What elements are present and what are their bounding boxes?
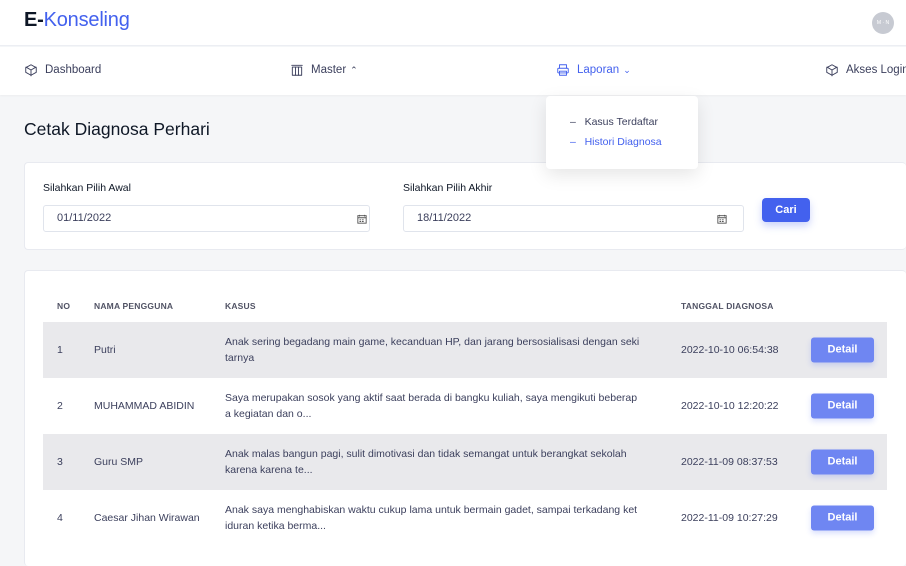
row-kasus: Anak malas bangun pagi, sulit dimotivasi… [225,446,663,478]
end-date-value: 18/11/2022 [417,212,472,224]
dropdown-item-label: Histori Diagnosa [584,136,662,148]
column-header-tanggal: TANGGAL DIAGNOSA [681,301,774,311]
nav-akses-login-label: Akses Login [846,64,906,76]
row-no: 1 [57,344,63,356]
detail-button[interactable]: Detail [811,337,874,363]
filter-card: Silahkan Pilih Awal 01/11/2022 Silahkan … [24,162,906,250]
dropdown-item-kasus-terdaftar[interactable]: – Kasus Terdaftar [546,112,698,132]
detail-button[interactable]: Detail [811,393,874,419]
kasus-line: a kegiatan dan o... [225,408,312,420]
row-name: Putri [94,344,116,356]
kasus-line: Anak sering begadang main game, kecandua… [225,336,640,348]
row-kasus: Anak sering begadang main game, kecandua… [225,334,663,366]
nav-laporan[interactable]: Laporan ⌄ [556,63,631,77]
detail-button[interactable]: Detail [811,505,874,531]
nav-master-label: Master [311,64,347,76]
cube-icon [826,64,838,77]
end-date-input[interactable]: 18/11/2022 [403,205,744,232]
start-date-label: Silahkan Pilih Awal [43,182,131,194]
row-no: 4 [57,512,63,524]
table-row: 2 MUHAMMAD ABIDIN Saya merupakan sosok y… [43,378,887,434]
nav-akses-login[interactable]: Akses Login [825,63,906,77]
calendar-icon[interactable] [717,214,727,224]
columns-icon [291,64,303,76]
brand-bold: E- [24,9,44,31]
row-date: 2022-11-09 10:27:29 [681,512,778,524]
row-date: 2022-10-10 06:54:38 [681,344,779,356]
end-date-label: Silahkan Pilih Akhir [403,182,493,194]
row-no: 2 [57,400,63,412]
row-date: 2022-10-10 12:20:22 [681,400,779,412]
nav-laporan-label: Laporan [577,64,620,76]
kasus-line: Anak malas bangun pagi, sulit dimotivasi… [225,448,627,460]
dropdown-item-histori-diagnosa[interactable]: – Histori Diagnosa [546,132,698,152]
avatar-initials: M · N [876,20,890,26]
row-name: MUHAMMAD ABIDIN [94,400,195,412]
brand-logo[interactable]: E-Konseling [24,9,130,32]
user-avatar[interactable]: M · N [872,12,894,34]
detail-button[interactable]: Detail [811,449,874,475]
row-no: 3 [57,456,63,468]
calendar-icon[interactable] [357,214,367,224]
brand-rest: Konseling [43,9,130,31]
row-kasus: Anak saya menghabiskan waktu cukup lama … [225,502,663,534]
dropdown-item-label: Kasus Terdaftar [584,116,658,128]
table-row: 1 Putri Anak sering begadang main game, … [43,322,887,378]
nav-dashboard[interactable]: Dashboard [24,63,101,77]
table-row: 4 Caesar Jihan Wirawan Anak saya menghab… [43,490,887,546]
row-name: Caesar Jihan Wirawan [94,512,200,524]
chevron-down-icon: ⌄ [623,64,631,75]
top-header: E-Konseling M · N [0,0,906,46]
column-header-no: NO [57,301,71,311]
kasus-line: iduran ketika berma... [225,520,326,532]
cube-icon [25,64,37,77]
nav-master[interactable]: Master ⌃ [290,63,358,77]
row-kasus: Saya merupakan sosok yang aktif saat ber… [225,390,663,422]
start-date-value: 01/11/2022 [57,212,112,224]
laporan-dropdown-menu: – Kasus Terdaftar – Histori Diagnosa [546,96,698,169]
column-header-nama: NAMA PENGGUNA [94,301,174,311]
kasus-line: tarnya [225,352,255,364]
search-button[interactable]: Cari [762,198,810,222]
row-name: Guru SMP [94,456,144,468]
kasus-line: Anak saya menghabiskan waktu cukup lama … [225,504,638,516]
main-navbar: Dashboard Master ⌃ Laporan ⌄ Akses Login [0,47,906,95]
column-header-kasus: KASUS [225,301,256,311]
start-date-input[interactable]: 01/11/2022 [43,205,370,232]
page-title: Cetak Diagnosa Perhari [24,119,210,139]
table-row: 3 Guru SMP Anak malas bangun pagi, sulit… [43,434,887,490]
printer-icon [557,64,569,76]
kasus-line: karena karena te... [225,464,313,476]
diagnosis-table-card: NO NAMA PENGGUNA KASUS TANGGAL DIAGNOSA … [24,270,906,566]
kasus-line: Saya merupakan sosok yang aktif saat ber… [225,392,638,404]
chevron-up-icon: ⌃ [350,64,358,75]
row-date: 2022-11-09 08:37:53 [681,456,778,468]
nav-dashboard-label: Dashboard [45,64,102,76]
